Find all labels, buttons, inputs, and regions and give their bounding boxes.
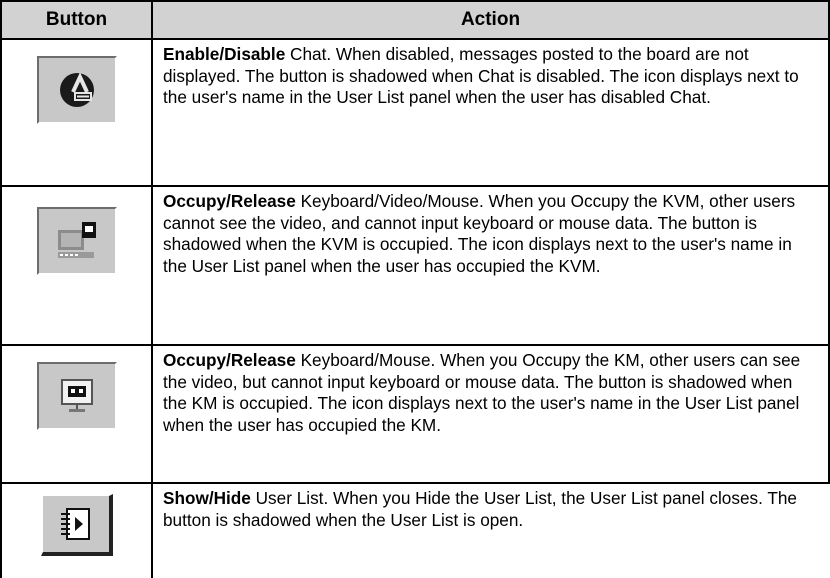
action-description: User List. When you Hide the User List, … — [163, 488, 797, 530]
action-title: Enable/Disable — [163, 44, 286, 64]
button-cell — [0, 39, 153, 187]
occupy-kvm-icon — [57, 222, 96, 258]
table-row: Enable/Disable Chat. When disabled, mess… — [0, 39, 830, 187]
action-title: Occupy/Release — [163, 350, 296, 370]
user-list-icon — [60, 508, 90, 540]
action-cell: Occupy/Release Keyboard/Video/Mouse. Whe… — [152, 186, 830, 346]
action-title: Occupy/Release — [163, 191, 296, 211]
table-row: Occupy/Release Keyboard/Mouse. When you … — [0, 345, 830, 484]
occupy-km-button[interactable] — [36, 362, 117, 430]
chat-toggle-icon — [59, 72, 94, 107]
chat-toggle-button[interactable] — [36, 56, 117, 124]
button-action-table: Button Action Enable/Disable Chat. When … — [0, 0, 830, 578]
button-cell — [0, 483, 153, 578]
action-cell: Occupy/Release Keyboard/Mouse. When you … — [152, 345, 830, 484]
action-title: Show/Hide — [163, 488, 251, 508]
button-cell — [0, 345, 153, 484]
occupy-kvm-button[interactable] — [36, 207, 117, 275]
action-cell: Show/Hide User List. When you Hide the U… — [152, 483, 829, 578]
action-cell: Enable/Disable Chat. When disabled, mess… — [152, 39, 830, 187]
button-column-header: Button — [0, 0, 153, 40]
occupy-km-icon — [60, 379, 93, 412]
table-header-row: Button Action — [0, 0, 830, 40]
user-list-button[interactable] — [40, 494, 113, 556]
button-cell — [0, 186, 153, 346]
table-row: Show/Hide User List. When you Hide the U… — [0, 483, 829, 578]
action-column-header: Action — [152, 0, 830, 40]
table-row: Occupy/Release Keyboard/Video/Mouse. Whe… — [0, 186, 830, 346]
